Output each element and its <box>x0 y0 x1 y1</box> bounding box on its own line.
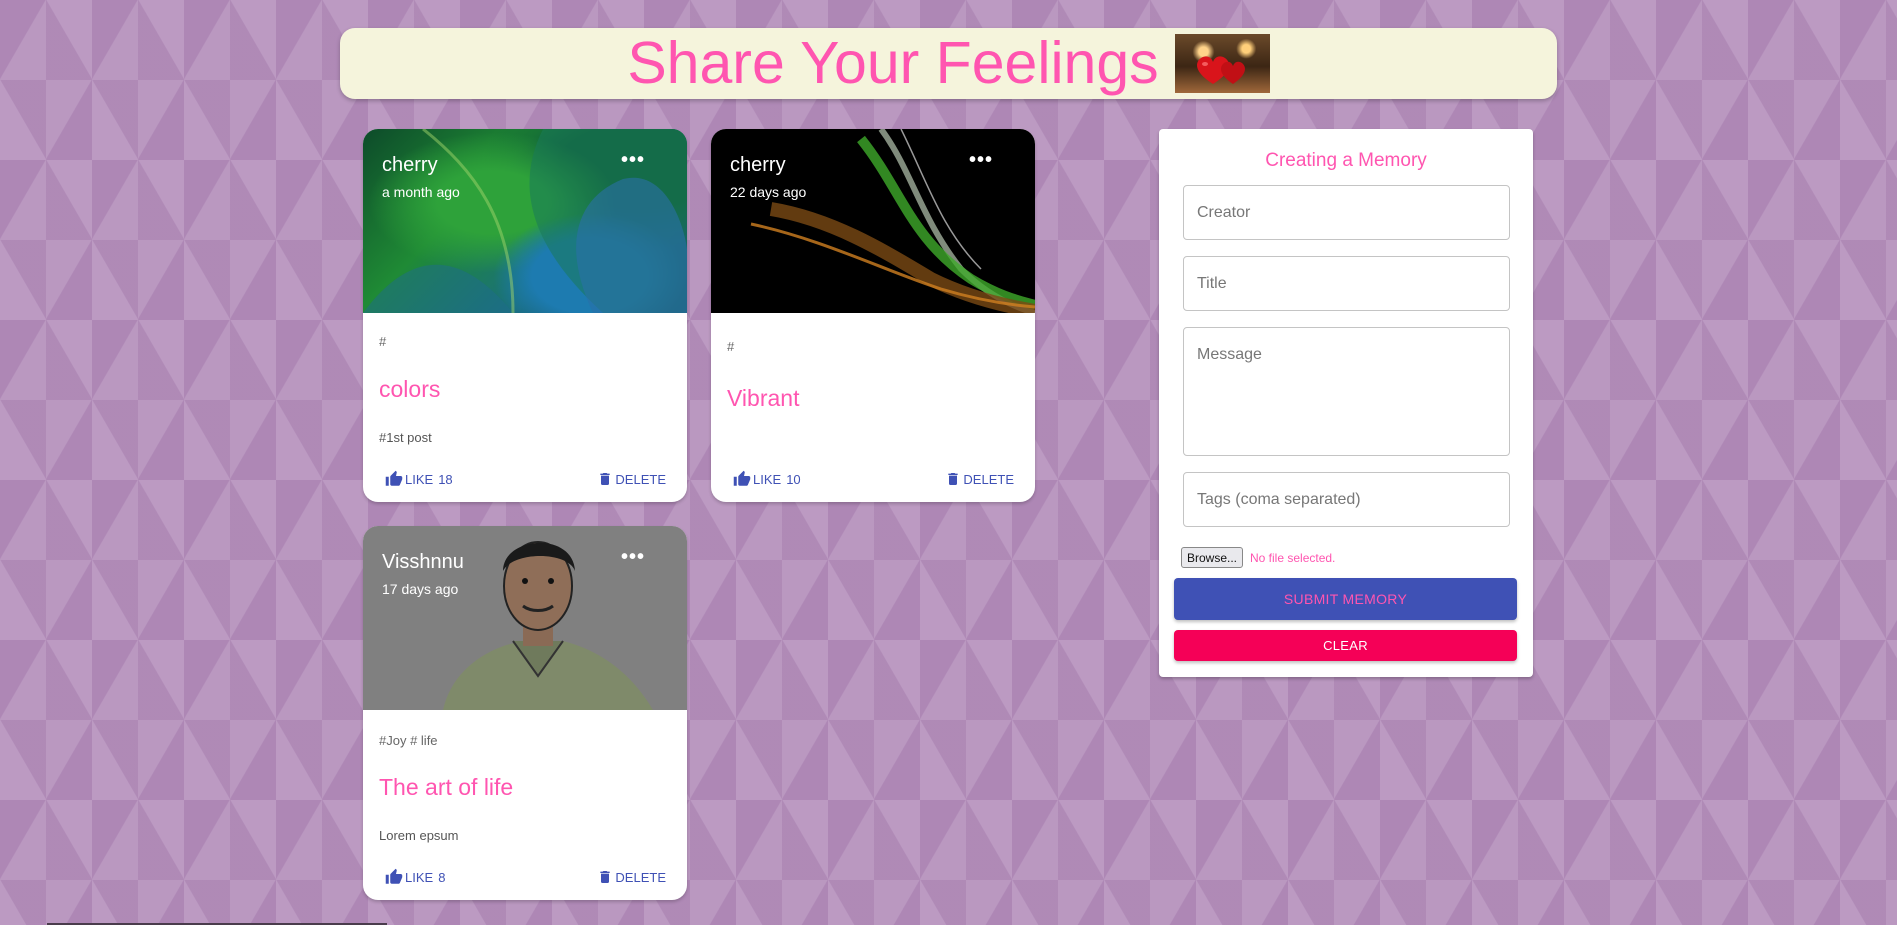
like-button[interactable]: LIKE 10 <box>733 470 801 488</box>
like-count: 10 <box>786 471 801 487</box>
delete-label: DELETE <box>615 471 666 487</box>
thumb-up-icon <box>385 868 403 884</box>
post-author: cherry <box>382 154 438 176</box>
creator-field[interactable] <box>1183 185 1510 240</box>
post-image: cherry 22 days ago ••• <box>711 129 1035 313</box>
hearts-image <box>1174 34 1270 93</box>
page-title: Share Your Feelings <box>627 30 1159 96</box>
post-card: Visshnnu 17 days ago ••• #Joy # life The… <box>363 526 687 900</box>
title-field[interactable] <box>1183 256 1510 311</box>
like-count: 8 <box>438 869 446 885</box>
delete-button[interactable]: DELETE <box>945 470 1014 488</box>
post-time: a month ago <box>382 184 460 200</box>
post-title: colors <box>379 376 441 402</box>
thumb-up-icon <box>733 470 751 486</box>
like-label: LIKE <box>405 869 434 885</box>
tags-field[interactable] <box>1183 472 1510 527</box>
more-options-icon[interactable]: ••• <box>621 546 645 569</box>
like-label: LIKE <box>405 471 434 487</box>
file-status: No file selected. <box>1250 551 1336 565</box>
like-label: LIKE <box>753 471 782 487</box>
delete-button[interactable]: DELETE <box>597 470 666 488</box>
post-tags: # <box>379 334 387 349</box>
post-time: 22 days ago <box>730 184 807 200</box>
post-tags: #Joy # life <box>379 733 438 748</box>
more-options-icon[interactable]: ••• <box>621 149 645 172</box>
delete-label: DELETE <box>615 869 666 885</box>
thumb-up-icon <box>385 470 403 486</box>
post-actions: LIKE 10 DELETE <box>711 470 1035 490</box>
hearts-icon <box>1196 56 1245 84</box>
post-title: Vibrant <box>727 385 800 411</box>
post-author: cherry <box>730 154 786 176</box>
delete-label: DELETE <box>963 471 1014 487</box>
post-card: cherry a month ago ••• # colors #1st pos… <box>363 129 687 502</box>
more-options-icon[interactable]: ••• <box>969 149 993 172</box>
clear-button[interactable]: CLEAR <box>1174 630 1517 661</box>
post-image: cherry a month ago ••• <box>363 129 687 313</box>
submit-memory-button[interactable]: SUBMIT MEMORY <box>1174 578 1517 620</box>
like-button[interactable]: LIKE 18 <box>385 470 453 488</box>
form-title: Creating a Memory <box>1265 150 1427 171</box>
post-actions: LIKE 8 DELETE <box>363 868 687 888</box>
post-author: Visshnnu <box>382 551 464 573</box>
like-button[interactable]: LIKE 8 <box>385 868 445 886</box>
delete-button[interactable]: DELETE <box>597 868 666 886</box>
post-time: 17 days ago <box>382 581 459 597</box>
trash-icon <box>600 871 611 883</box>
post-tags: # <box>727 339 735 354</box>
message-field[interactable] <box>1183 327 1510 456</box>
post-image: Visshnnu 17 days ago ••• <box>363 526 687 710</box>
post-card: cherry 22 days ago ••• # Vibrant LIKE 10… <box>711 129 1035 502</box>
post-actions: LIKE 18 DELETE <box>363 470 687 490</box>
browse-button[interactable]: Browse... <box>1181 547 1244 568</box>
post-title: The art of life <box>379 774 514 800</box>
trash-icon <box>948 473 959 485</box>
create-memory-form: Creating a Memory Browse... No file sele… <box>1159 129 1533 677</box>
post-message: #1st post <box>379 430 432 445</box>
app-bar: Share Your Feelings <box>340 28 1557 99</box>
post-message: Lorem epsum <box>379 828 459 843</box>
trash-icon <box>600 473 611 485</box>
like-count: 18 <box>438 471 453 487</box>
